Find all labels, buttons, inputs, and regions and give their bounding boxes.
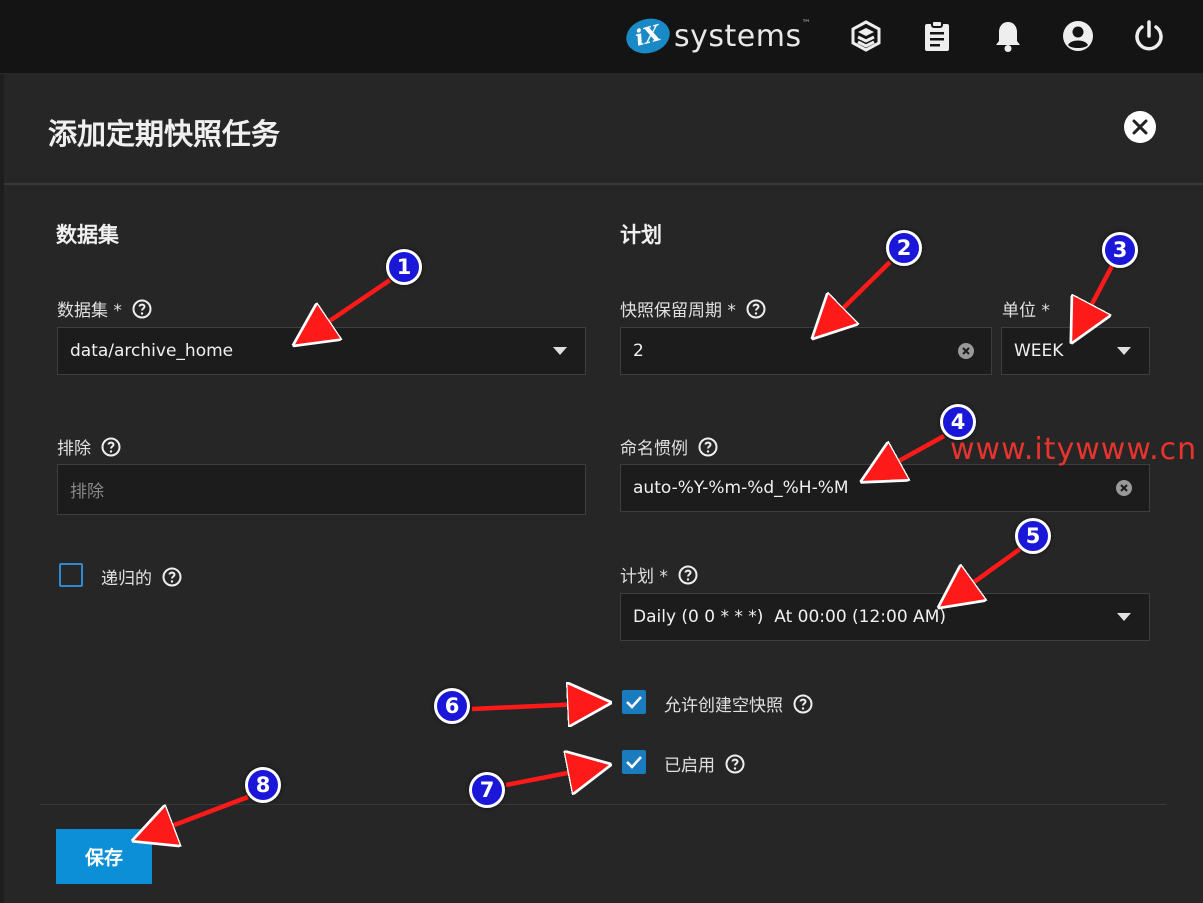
naming-schema-input[interactable]: auto-%Y-%m-%d_%H-%M [620,464,1150,512]
schedule-label: 计划 * [620,562,698,587]
annotation-badge-1: 1 [386,249,422,285]
account-circle-icon[interactable] [1060,18,1096,54]
unit-label: 单位 * [1002,301,1050,321]
panel-header: 添加定期快照任务 [4,73,1203,185]
ix-logo-mark: iX [622,13,674,59]
unit-select[interactable]: WEEK [1001,327,1150,375]
help-icon[interactable] [101,437,121,457]
annotation-badge-8: 8 [245,767,281,803]
divider [40,804,1166,805]
help-icon[interactable] [162,567,182,587]
lifetime-value: 2 [633,341,644,361]
save-button[interactable]: 保存 [56,829,152,884]
check-icon [626,756,642,769]
annotation-badge-6: 6 [434,688,470,724]
chevron-down-icon [1117,613,1131,621]
dataset-value: data/archive_home [70,341,234,361]
enabled-label: 已启用 [664,751,745,776]
recursive-label: 递归的 [101,564,182,589]
help-icon[interactable] [698,437,718,457]
help-icon[interactable] [793,694,813,714]
schedule-select[interactable]: Daily (0 0 * * *) At 00:00 (12:00 AM) [620,593,1150,641]
annotation-badge-3: 3 [1102,232,1138,268]
top-bar: iX systems™ [0,0,1203,74]
annotation-badge-5: 5 [1015,518,1051,554]
bell-icon[interactable] [990,18,1026,54]
annotation-badge-7: 7 [469,772,505,808]
help-icon[interactable] [132,299,152,319]
chevron-down-icon [553,347,567,355]
lifetime-input[interactable]: 2 [620,327,992,375]
ixsystems-logo[interactable]: iX systems™ [622,13,812,59]
exclude-placeholder: 排除 [70,482,104,502]
truecommand-icon[interactable] [848,18,884,54]
clipboard-icon[interactable] [919,18,955,54]
schedule-value: Daily (0 0 * * *) At 00:00 (12:00 AM) [633,607,946,627]
annotation-badge-2: 2 [886,230,922,266]
chevron-down-icon [1117,347,1131,355]
naming-schema-label: 命名惯例 [620,434,718,459]
close-icon[interactable] [1124,111,1156,143]
dataset-select[interactable]: data/archive_home [57,327,586,375]
watermark-text: www.itywww.cn [950,432,1198,467]
power-icon[interactable] [1131,18,1167,54]
logo-text: systems™ [674,18,812,54]
exclude-input[interactable]: 排除 [57,464,586,515]
lifetime-label: 快照保留周期 * [620,296,766,321]
schedule-section-title: 计划 [620,223,662,247]
annotation-badge-4: 4 [940,404,976,440]
help-icon[interactable] [746,299,766,319]
dataset-section-title: 数据集 [56,223,119,247]
help-icon[interactable] [725,754,745,774]
check-icon [626,696,642,709]
recursive-checkbox[interactable] [59,563,83,587]
allow-empty-label: 允许创建空快照 [664,691,813,716]
dataset-label: 数据集 * [57,296,152,321]
exclude-label: 排除 [57,434,121,459]
panel-title: 添加定期快照任务 [48,117,281,151]
help-icon[interactable] [678,565,698,585]
naming-schema-value: auto-%Y-%m-%d_%H-%M [633,478,849,498]
clear-icon[interactable] [957,342,975,360]
enabled-checkbox[interactable] [622,750,646,774]
unit-value: WEEK [1014,341,1064,361]
allow-empty-checkbox[interactable] [622,690,646,714]
clear-icon[interactable] [1115,479,1133,497]
